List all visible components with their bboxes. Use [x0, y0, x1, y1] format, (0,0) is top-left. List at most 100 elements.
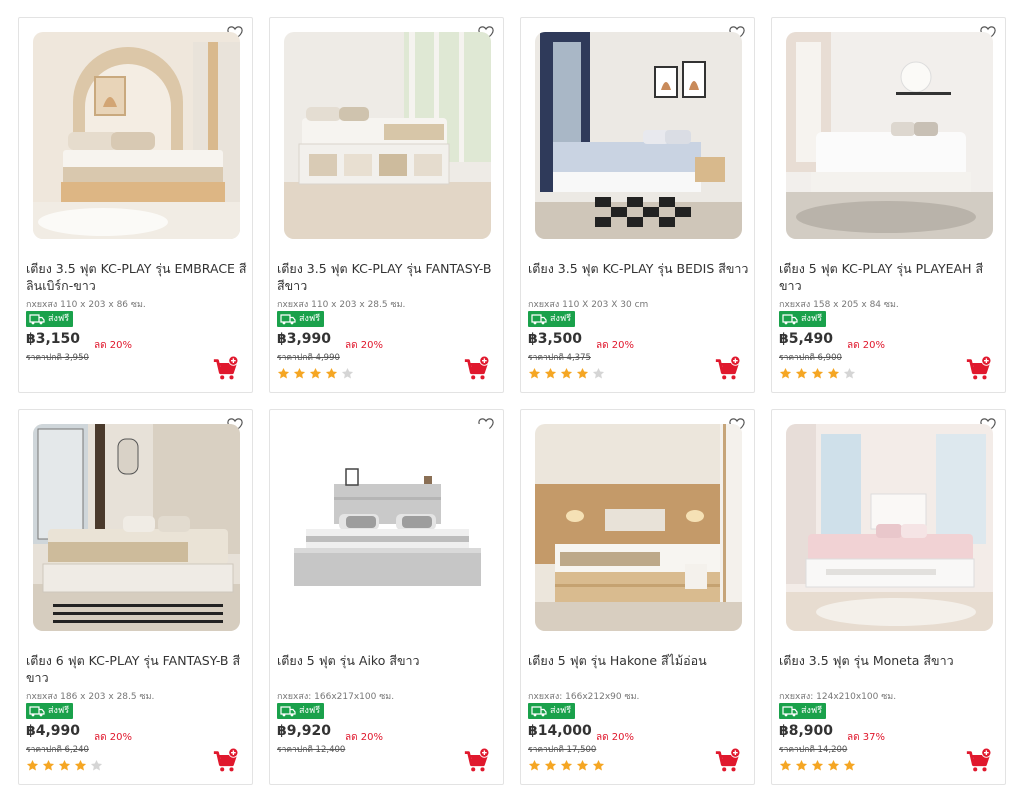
product-price: ฿3,150: [26, 331, 81, 347]
product-card[interactable]: เตียง 5 ฟุต KC-PLAY รุ่น PLAYEAH สีขาว ก…: [771, 17, 1006, 393]
discount-label: ลด 20%: [596, 340, 635, 351]
star-icon: [544, 759, 557, 771]
add-to-cart-icon[interactable]: [714, 748, 740, 774]
product-image[interactable]: [284, 32, 491, 239]
discount-label: ลด 37%: [847, 732, 886, 743]
product-image[interactable]: [33, 424, 240, 631]
product-original-price: ราคาปกติ 6,900: [779, 353, 842, 363]
rating-stars: [277, 367, 354, 380]
rating-stars: [26, 759, 103, 772]
product-image[interactable]: [535, 32, 742, 239]
product-card[interactable]: เตียง 5 ฟุต รุ่น Hakone สีไม้อ่อน กxยxสง…: [520, 409, 755, 785]
product-title[interactable]: เตียง 5 ฟุต KC-PLAY รุ่น PLAYEAH สีขาว: [779, 260, 1001, 294]
product-title[interactable]: เตียง 3.5 ฟุต KC-PLAY รุ่น BEDIS สีขาว: [528, 260, 750, 277]
product-original-price: ราคาปกติ 4,990: [277, 353, 340, 363]
star-icon: [544, 367, 557, 379]
product-title[interactable]: เตียง 3.5 ฟุต KC-PLAY รุ่น FANTASY-B สีข…: [277, 260, 499, 294]
product-price: ฿8,900: [779, 723, 834, 739]
discount-label: ลด 20%: [94, 340, 133, 351]
product-image[interactable]: [786, 32, 993, 239]
free-shipping-label: ส่งฟรี: [801, 706, 823, 716]
product-price: ฿4,990: [26, 723, 81, 739]
product-card[interactable]: เตียง 3.5 ฟุต KC-PLAY รุ่น FANTASY-B สีข…: [269, 17, 504, 393]
free-shipping-badge: ส่งฟรี: [26, 703, 74, 719]
product-dimensions: กxยxสง: 124x210x100 ซม.: [779, 692, 897, 702]
add-to-cart-icon[interactable]: [463, 356, 489, 382]
free-shipping-badge: ส่งฟรี: [277, 311, 325, 327]
product-dimensions: กxยxสง 110 x 203 x 28.5 ซม.: [277, 300, 406, 310]
truck-icon: [531, 706, 547, 717]
star-icon: [811, 759, 824, 771]
product-price: ฿14,000: [528, 723, 592, 739]
add-to-cart-icon[interactable]: [463, 748, 489, 774]
product-title[interactable]: เตียง 3.5 ฟุต KC-PLAY รุ่น EMBRACE สีลิน…: [26, 260, 248, 294]
product-card[interactable]: เตียง 3.5 ฟุต KC-PLAY รุ่น BEDIS สีขาว ก…: [520, 17, 755, 393]
star-icon: [779, 759, 792, 771]
star-icon: [827, 367, 840, 379]
truck-icon: [29, 314, 45, 325]
product-title[interactable]: เตียง 5 ฟุต รุ่น Hakone สีไม้อ่อน: [528, 652, 750, 669]
free-shipping-label: ส่งฟรี: [299, 314, 321, 324]
star-icon: [341, 367, 354, 379]
free-shipping-badge: ส่งฟรี: [277, 703, 325, 719]
product-original-price: ราคาปกติ 14,200: [779, 745, 848, 755]
product-image[interactable]: [535, 424, 742, 631]
star-icon: [528, 759, 541, 771]
product-dimensions: กxยxสง 158 x 205 x 84 ซม.: [779, 300, 899, 310]
free-shipping-label: ส่งฟรี: [48, 314, 70, 324]
product-grid: เตียง 3.5 ฟุต KC-PLAY รุ่น EMBRACE สีลิน…: [0, 0, 1024, 793]
star-icon: [843, 759, 856, 771]
product-price: ฿3,990: [277, 331, 332, 347]
free-shipping-label: ส่งฟรี: [801, 314, 823, 324]
star-icon: [811, 367, 824, 379]
free-shipping-badge: ส่งฟรี: [779, 311, 827, 327]
product-dimensions: กxยxสง: 166x217x100 ซม.: [277, 692, 395, 702]
product-dimensions: กxยxสง 110 x 203 x 86 ซม.: [26, 300, 146, 310]
product-price: ฿3,500: [528, 331, 583, 347]
product-title[interactable]: เตียง 6 ฟุต KC-PLAY รุ่น FANTASY-B สีขาว: [26, 652, 248, 686]
star-icon: [576, 759, 589, 771]
star-icon: [26, 759, 39, 771]
star-icon: [74, 759, 87, 771]
free-shipping-badge: ส่งฟรี: [528, 311, 576, 327]
star-icon: [795, 759, 808, 771]
discount-label: ลด 20%: [94, 732, 133, 743]
product-card[interactable]: เตียง 3.5 ฟุต KC-PLAY รุ่น EMBRACE สีลิน…: [18, 17, 253, 393]
product-original-price: ราคาปกติ 4,375: [528, 353, 591, 363]
add-to-cart-icon[interactable]: [965, 748, 991, 774]
truck-icon: [531, 314, 547, 325]
truck-icon: [280, 706, 296, 717]
product-image[interactable]: [284, 424, 491, 631]
product-card[interactable]: เตียง 5 ฟุต รุ่น Aiko สีขาว กxยxสง: 166x…: [269, 409, 504, 785]
product-image[interactable]: [786, 424, 993, 631]
free-shipping-badge: ส่งฟรี: [779, 703, 827, 719]
rating-stars: [528, 759, 605, 772]
rating-stars: [528, 367, 605, 380]
product-image[interactable]: [33, 32, 240, 239]
star-icon: [827, 759, 840, 771]
product-card[interactable]: เตียง 3.5 ฟุต รุ่น Moneta สีขาว กxยxสง: …: [771, 409, 1006, 785]
add-to-cart-icon[interactable]: [965, 356, 991, 382]
star-icon: [843, 367, 856, 379]
product-card[interactable]: เตียง 6 ฟุต KC-PLAY รุ่น FANTASY-B สีขาว…: [18, 409, 253, 785]
product-dimensions: กxยxสง: 166x212x90 ซม.: [528, 692, 640, 702]
product-title[interactable]: เตียง 3.5 ฟุต รุ่น Moneta สีขาว: [779, 652, 1001, 669]
rating-stars: [779, 367, 856, 380]
truck-icon: [280, 314, 296, 325]
truck-icon: [29, 706, 45, 717]
product-title[interactable]: เตียง 5 ฟุต รุ่น Aiko สีขาว: [277, 652, 499, 669]
add-to-cart-icon[interactable]: [212, 748, 238, 774]
add-to-cart-icon[interactable]: [714, 356, 740, 382]
free-shipping-badge: ส่งฟรี: [26, 311, 74, 327]
star-icon: [90, 759, 103, 771]
product-dimensions: กxยxสง 186 x 203 x 28.5 ซม.: [26, 692, 155, 702]
star-icon: [576, 367, 589, 379]
discount-label: ลด 20%: [345, 340, 384, 351]
star-icon: [795, 367, 808, 379]
discount-label: ลด 20%: [596, 732, 635, 743]
star-icon: [592, 367, 605, 379]
add-to-cart-icon[interactable]: [212, 356, 238, 382]
product-original-price: ราคาปกติ 6,240: [26, 745, 89, 755]
free-shipping-label: ส่งฟรี: [299, 706, 321, 716]
star-icon: [779, 367, 792, 379]
